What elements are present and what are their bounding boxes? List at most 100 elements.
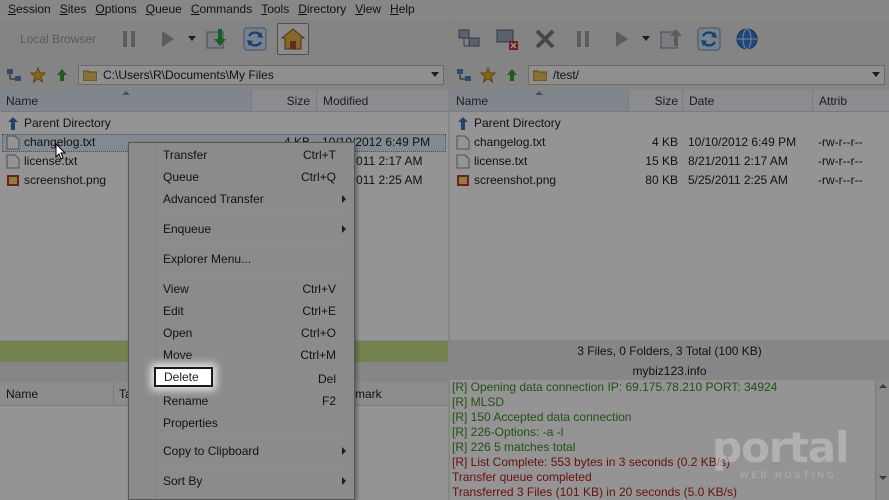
local-path-bar: C:\Users\R\Documents\My Files (0, 62, 448, 87)
menu-session[interactable]: Session (4, 0, 55, 18)
file-modified: 011 2:25 AM (356, 173, 423, 187)
menu-item-shortcut: Ctrl+E (302, 304, 336, 318)
play-dropdown[interactable] (186, 36, 198, 42)
log-scrollbar[interactable] (875, 380, 889, 500)
remote-col-name[interactable]: Name (450, 90, 628, 112)
menu-item-label: View (163, 282, 189, 296)
connect-button[interactable] (453, 23, 485, 55)
chevron-down-icon[interactable] (431, 71, 439, 77)
menu-item-label: Open (163, 326, 193, 340)
download-button[interactable] (201, 23, 233, 55)
menu-item-label: Queue (163, 170, 200, 184)
pause-button[interactable] (113, 23, 145, 55)
menu-item-view[interactable]: View Ctrl+V (129, 278, 354, 300)
file-modified: 011 2:17 AM (356, 154, 423, 168)
queue-col-name-label: Name (6, 387, 39, 401)
menu-item-enqueue[interactable]: Enqueue (129, 218, 354, 240)
home-icon (280, 28, 306, 50)
refresh-button[interactable] (239, 23, 271, 55)
submenu-arrow-icon (342, 447, 346, 455)
remote-refresh-button[interactable] (693, 23, 725, 55)
play-button[interactable] (151, 23, 183, 55)
remote-drives-button[interactable] (454, 65, 474, 85)
chevron-down-icon[interactable] (872, 71, 880, 77)
local-path-combobox[interactable]: C:\Users\R\Documents\My Files (78, 64, 444, 85)
menu-item-sort-by[interactable]: Sort By (129, 470, 354, 492)
local-drives-button[interactable] (4, 65, 24, 85)
file-size: 80 KB (645, 173, 678, 187)
menu-help[interactable]: Help (386, 0, 419, 18)
queue-col-name[interactable]: Name (0, 382, 113, 406)
menu-item-label: Advanced Transfer (163, 192, 264, 206)
menu-tools[interactable]: Tools (257, 0, 293, 18)
menu-view[interactable]: View (351, 0, 385, 18)
remote-col-size[interactable]: Size (628, 90, 682, 112)
menu-options[interactable]: Options (91, 0, 140, 18)
upload-button[interactable] (655, 23, 687, 55)
remote-play-dropdown[interactable] (640, 36, 652, 42)
file-date: 5/25/2011 2:25 AM (688, 173, 788, 187)
menu-item-properties[interactable]: Properties (129, 412, 354, 434)
menu-item-queue[interactable]: Queue Ctrl+Q (129, 166, 354, 188)
menu-item-label: Explorer Menu... (163, 252, 252, 266)
menu-separator (159, 273, 349, 274)
menu-sites[interactable]: Sites (56, 0, 91, 18)
menu-item-open[interactable]: Open Ctrl+O (129, 322, 354, 344)
local-file-row[interactable]: changelog.txt (6, 133, 95, 152)
home-button[interactable] (277, 23, 310, 55)
disconnect-icon (496, 29, 518, 50)
menu-item-copy-to-clipboard[interactable]: Copy to Clipboard (129, 440, 354, 462)
menu-item-transfer[interactable]: Transfer Ctrl+T (129, 144, 354, 166)
local-up-button[interactable] (52, 65, 72, 85)
remote-pause-button[interactable] (567, 23, 599, 55)
parent-directory-arrow-icon (8, 117, 18, 130)
remote-play-button[interactable] (605, 23, 637, 55)
menu-item-move[interactable]: Move Ctrl+M (129, 344, 354, 366)
remote-host-label: mybiz123.info (450, 362, 889, 380)
remote-col-date[interactable]: Date (682, 90, 812, 112)
local-file-row[interactable]: screenshot.png (6, 171, 106, 190)
globe-icon (736, 28, 758, 50)
delete-menu-item-highlight[interactable]: Delete (154, 367, 213, 387)
abort-button[interactable] (529, 23, 561, 55)
scroll-up-icon[interactable] (879, 384, 887, 388)
local-browser-button[interactable]: Local Browser (0, 32, 110, 46)
menu-commands[interactable]: Commands (187, 0, 256, 18)
log-line: Transfer queue completed (452, 470, 592, 484)
menu-item-explorer-menu[interactable]: Explorer Menu... (129, 248, 354, 270)
menu-queue[interactable]: Queue (142, 0, 186, 18)
menu-item-advanced-transfer[interactable]: Advanced Transfer (129, 188, 354, 210)
remote-path-combobox[interactable]: /test/ (528, 64, 885, 85)
menu-directory[interactable]: Directory (294, 0, 350, 18)
menu-separator (159, 213, 349, 214)
parent-directory-arrow-icon (458, 117, 468, 130)
image-file-icon (7, 175, 19, 186)
local-parent-directory[interactable]: Parent Directory (6, 114, 111, 133)
menu-item-label: Move (163, 348, 193, 362)
menu-item-rename[interactable]: Rename F2 (129, 390, 354, 412)
local-col-modified[interactable]: Modified (316, 90, 448, 112)
queue-col-remark[interactable]: mark (353, 382, 448, 406)
remote-favorites-button[interactable] (478, 65, 498, 85)
disconnect-button[interactable] (491, 23, 523, 55)
menu-item-edit[interactable]: Edit Ctrl+E (129, 300, 354, 322)
local-col-size[interactable]: Size (251, 90, 316, 112)
local-favorites-button[interactable] (28, 65, 48, 85)
remote-col-attrib[interactable]: Attrib (812, 90, 889, 112)
col-date-label: Date (689, 94, 715, 108)
scroll-down-icon[interactable] (879, 476, 887, 480)
local-col-name[interactable]: Name (0, 90, 251, 112)
browse-web-button[interactable] (731, 23, 763, 55)
file-name: license.txt (24, 154, 78, 168)
log-line: [R] 150 Accepted data connection (452, 410, 632, 424)
remote-parent-directory[interactable]: Parent Directory (456, 114, 561, 133)
menu-item-label: Sort By (163, 474, 203, 488)
remote-file-row[interactable]: screenshot.png (456, 171, 556, 190)
remote-up-button[interactable] (502, 65, 522, 85)
star-icon (480, 66, 496, 83)
remote-file-row[interactable]: license.txt (456, 152, 527, 171)
up-folder-arrow-icon (507, 68, 517, 81)
remote-file-row[interactable]: changelog.txt (456, 133, 545, 152)
col-size-label: Size (654, 94, 678, 108)
network-computers-icon (458, 29, 480, 47)
